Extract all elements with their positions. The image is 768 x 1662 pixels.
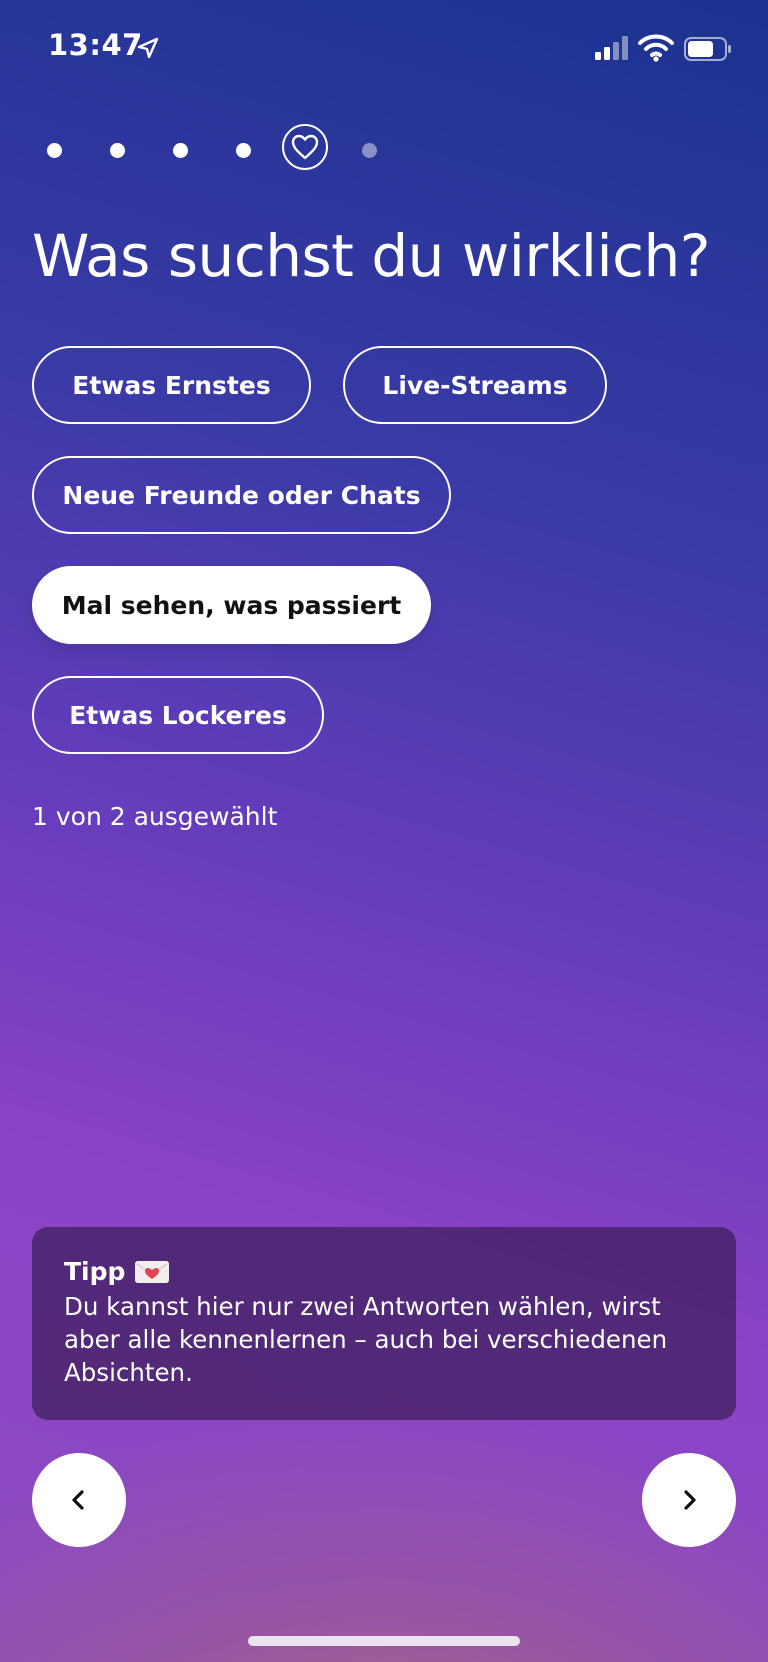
step-dot-2 — [110, 143, 125, 158]
step-progress — [32, 124, 392, 176]
status-time: 13:47 — [48, 28, 143, 62]
battery-icon — [684, 37, 731, 61]
step-dot-6 — [362, 143, 377, 158]
love-letter-icon — [135, 1261, 170, 1283]
question-title: Was suchst du wirklich? — [32, 222, 711, 290]
heart-icon — [291, 134, 319, 160]
status-bar: 13:47 — [0, 0, 768, 96]
selection-count: 1 von 2 ausgewählt — [32, 802, 278, 831]
chevron-left-icon — [72, 1490, 84, 1510]
chevron-right-icon — [684, 1490, 696, 1510]
tip-text: Du kannst hier nur zwei Antworten wählen… — [64, 1292, 668, 1387]
back-button[interactable] — [32, 1453, 126, 1547]
option-live-streams[interactable]: Live-Streams — [343, 346, 607, 424]
tip-card: Tipp Du kannst hier nur zwei Antworten w… — [32, 1227, 736, 1420]
home-indicator[interactable] — [248, 1636, 520, 1646]
step-dot-1 — [47, 143, 62, 158]
current-step-indicator — [282, 124, 328, 170]
step-dot-4 — [236, 143, 251, 158]
onboarding-screen: 13:47 Was suchst du wirklich? Etwas Erns… — [0, 0, 768, 1662]
location-arrow-icon — [137, 37, 159, 59]
step-dot-3 — [173, 143, 188, 158]
option-etwas-ernstes[interactable]: Etwas Ernstes — [32, 346, 311, 424]
next-button[interactable] — [642, 1453, 736, 1547]
tip-title: Tipp — [64, 1257, 126, 1286]
option-mal-sehen[interactable]: Mal sehen, was passiert — [32, 566, 431, 644]
option-neue-freunde[interactable]: Neue Freunde oder Chats — [32, 456, 451, 534]
cellular-signal-icon — [595, 36, 628, 60]
wifi-icon — [638, 34, 674, 62]
option-etwas-lockeres[interactable]: Etwas Lockeres — [32, 676, 324, 754]
